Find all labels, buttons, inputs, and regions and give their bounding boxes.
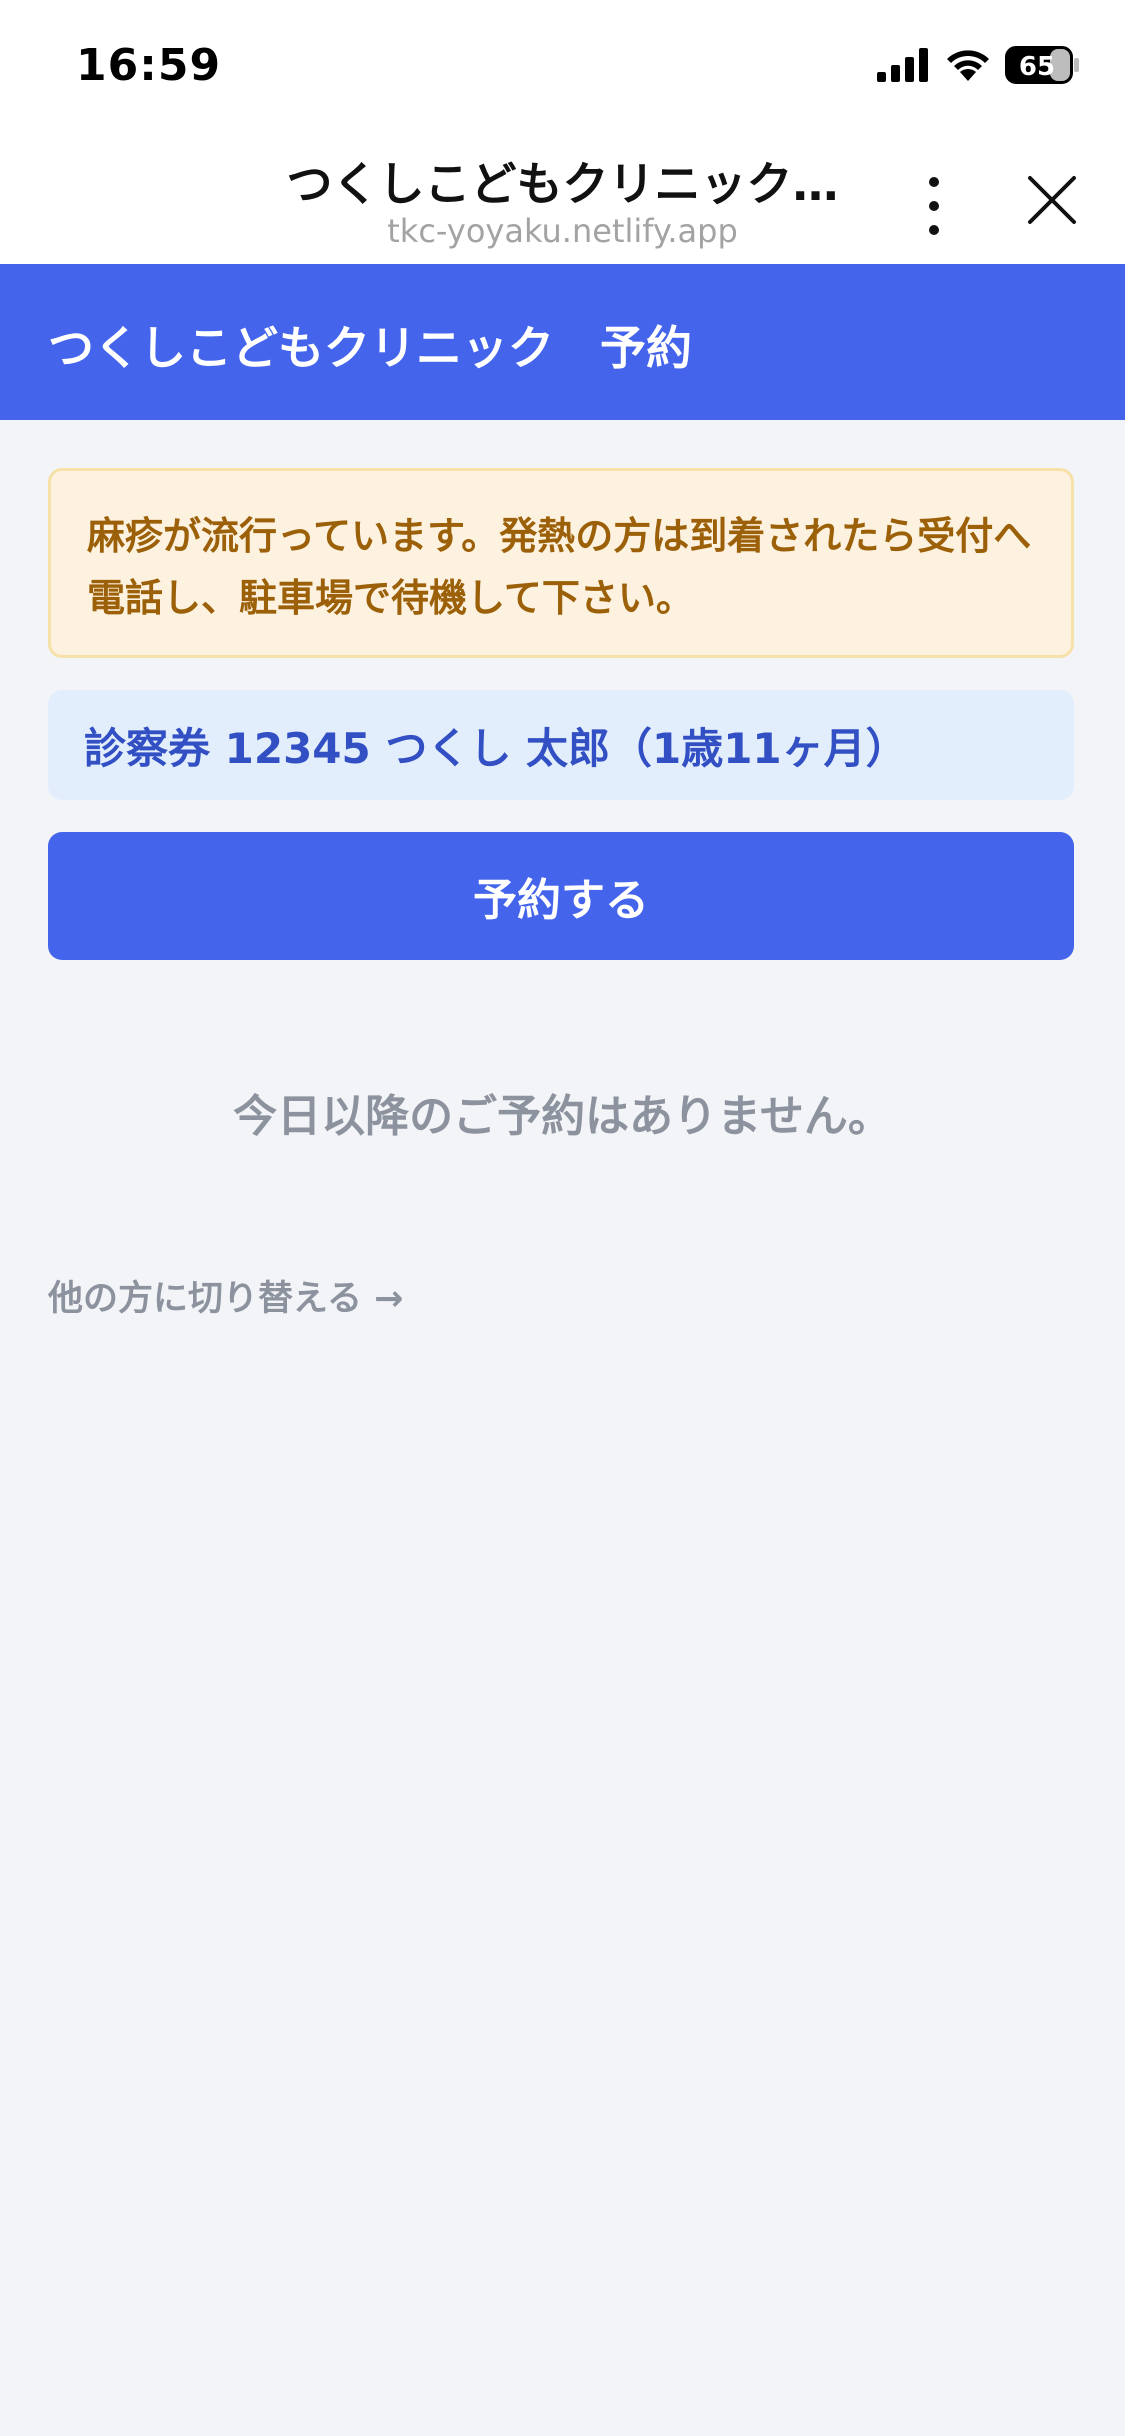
switch-patient-link[interactable]: 他の方に切り替える → [48,1270,403,1321]
status-bar: 16:59 65 [0,0,1125,130]
patient-card: 診察券 12345 つくし 太郎（1歳11ヶ月） [48,690,1074,800]
app-title: つくしこどもクリニック 予約 [48,321,692,375]
browser-bar: つくしこどもクリニック… tkc-yoyaku.netlify.app [0,130,1125,264]
notice-banner: 麻疹が流行っています。発熱の方は到着されたら受付へ電話し、駐車場で待機して下さい… [48,468,1074,658]
app-header: つくしこどもクリニック 予約 [0,264,1125,420]
empty-reservations-message: 今日以降のご予約はありません。 [233,1091,892,1142]
patient-info: 診察券 12345 つくし 太郎（1歳11ヶ月） [84,723,908,773]
battery-icon: 65 [1005,46,1079,84]
wifi-icon [947,50,989,81]
battery-level-text: 65 [1019,52,1055,82]
status-time: 16:59 [76,40,222,91]
signal-icon [877,48,928,82]
notice-text: 麻疹が流行っています。発熱の方は到着されたら受付へ電話し、駐車場で待機して下さい… [87,514,1032,620]
reserve-button[interactable]: 予約する [48,832,1074,960]
status-icons: 65 [877,46,1081,84]
close-icon[interactable] [1024,172,1080,228]
more-vertical-icon[interactable] [910,170,958,242]
